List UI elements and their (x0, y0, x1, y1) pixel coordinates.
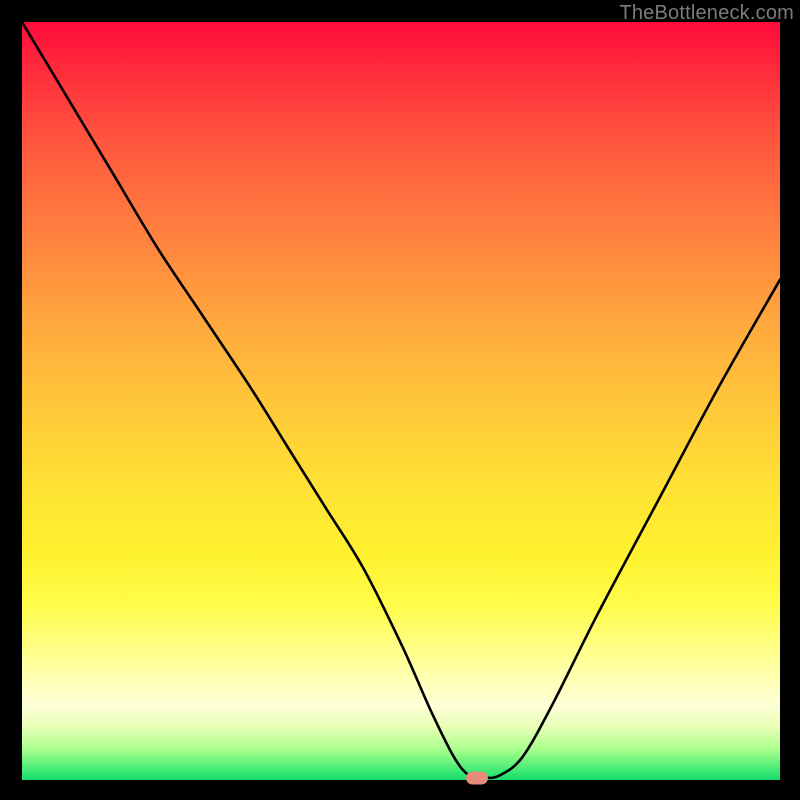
bottleneck-curve (22, 22, 780, 780)
chart-frame (22, 22, 780, 780)
bottleneck-curve-path (22, 22, 780, 778)
optimal-point-marker (466, 771, 488, 784)
